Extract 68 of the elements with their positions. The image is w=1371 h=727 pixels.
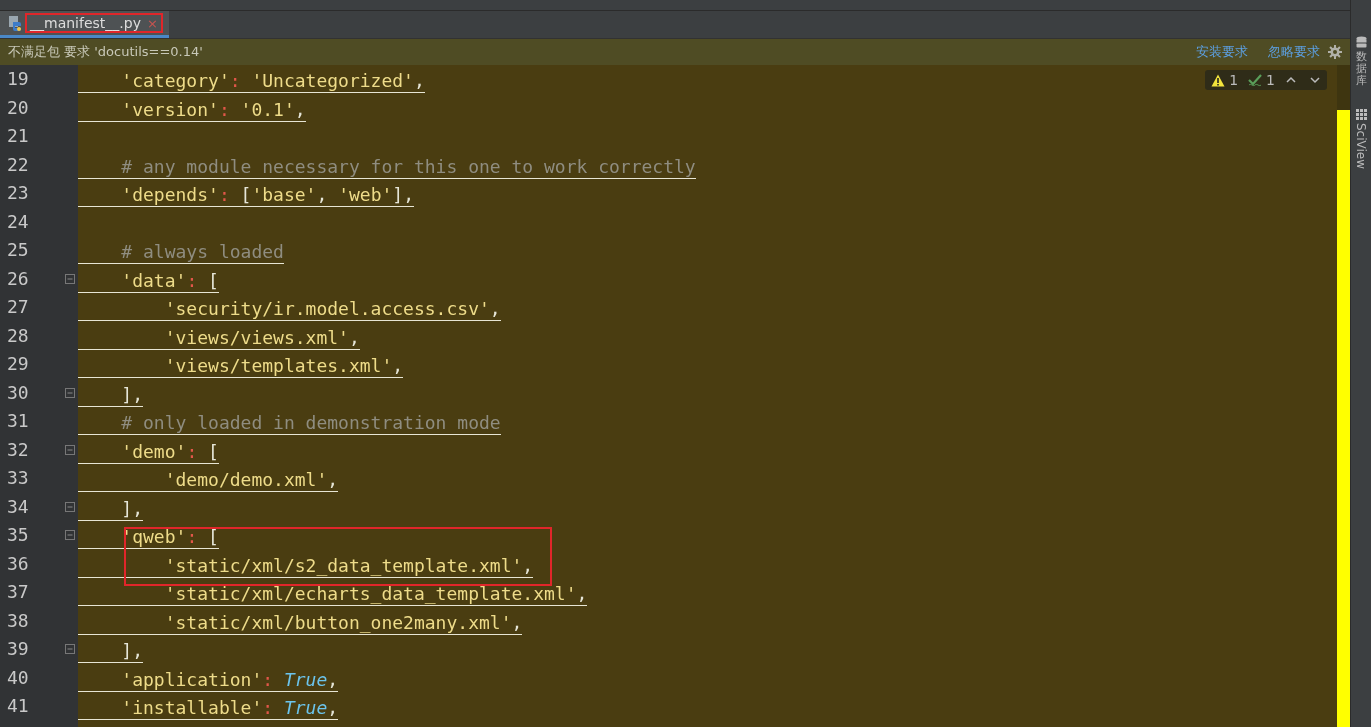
line-number: 24 (6, 209, 30, 234)
code-line: # always loaded (78, 241, 284, 265)
code-line: ], (78, 640, 144, 664)
line-number: 25 (6, 238, 30, 262)
code-line: ], (78, 383, 144, 407)
code-line: # any module necessary for this one to work correctly (78, 155, 696, 179)
code-line: 'views/views.xml', (78, 326, 360, 350)
line-number: 34 (6, 494, 30, 519)
warning-icon (1211, 73, 1226, 87)
line-number: 35 (6, 523, 30, 547)
notice-link[interactable]: 安装要求 (1196, 43, 1248, 61)
grid-icon (1355, 109, 1367, 121)
line-number: 23 (6, 181, 30, 205)
weak-warning-icon (1248, 73, 1263, 87)
line-number: 20 (6, 95, 30, 120)
code-line: 'static/xml/s2_data_template.xml', (78, 554, 534, 578)
line-number: 33 (6, 466, 30, 490)
code-line: 'security/ir.model.access.csv', (78, 298, 501, 322)
line-number: 32 (6, 437, 30, 462)
line-number: 40 (6, 665, 30, 690)
weak-warning-count: 1 (1266, 72, 1275, 88)
line-number: 28 (6, 323, 30, 348)
code-line: 'demo': [ (78, 440, 219, 464)
previous-icon[interactable] (1285, 75, 1297, 85)
code-line: 'application': True, (78, 668, 339, 692)
tab-label: __manifest__.py (30, 15, 141, 31)
fold-icon[interactable] (65, 273, 75, 284)
notice-link[interactable]: 忽略要求 (1268, 43, 1320, 61)
line-number: 37 (6, 580, 30, 604)
fold-icon[interactable] (65, 530, 75, 541)
inspection-widget[interactable]: 1 1 (1205, 70, 1327, 90)
code-line: 'depends': ['base', 'web'], (78, 184, 414, 208)
code-line: 'installable': True, (78, 697, 339, 721)
fold-icon[interactable] (65, 444, 75, 455)
line-number: 19 (6, 67, 30, 91)
code-line: # only loaded in demonstration mode (78, 412, 501, 436)
line-number: 30 (6, 380, 30, 405)
next-icon[interactable] (1309, 75, 1321, 85)
code-line: 'static/xml/button_one2many.xml', (78, 611, 523, 635)
fold-icon[interactable] (65, 387, 75, 398)
code-line: 'version': '0.1', (78, 98, 306, 122)
warning-count: 1 (1229, 72, 1239, 88)
line-number: 41 (6, 694, 30, 718)
line-number: 31 (6, 409, 30, 433)
line-number: 38 (6, 608, 30, 633)
code-line: 'data': [ (78, 269, 219, 293)
code-line: ], (78, 497, 144, 521)
code-line: 'views/templates.xml', (78, 355, 404, 379)
code-line: 'demo/demo.xml', (78, 469, 339, 493)
python-file-icon (8, 15, 22, 31)
code-line: 'static/xml/echarts_data_template.xml', (78, 583, 588, 607)
line-number: 27 (6, 295, 30, 319)
line-number: 36 (6, 551, 30, 576)
tool-window-tab[interactable]: 数据库 (1355, 36, 1367, 88)
database-icon (1355, 36, 1367, 48)
line-number: 21 (6, 124, 30, 148)
tool-window-tab[interactable]: SciView (1354, 109, 1368, 170)
line-number: 29 (6, 352, 30, 376)
code-line: 'category': 'Uncategorized', (78, 70, 425, 94)
line-number: 26 (6, 266, 30, 291)
notice-message: 不满足包 要求 'docutils==0.14' (8, 43, 204, 61)
line-number: 39 (6, 637, 30, 661)
code-line: 'qweb': [ (78, 526, 219, 550)
settings-icon[interactable] (1328, 45, 1342, 59)
file-tab[interactable]: __manifest__.py × (0, 11, 169, 38)
fold-icon[interactable] (65, 501, 75, 512)
fold-icon[interactable] (65, 644, 75, 655)
line-number: 22 (6, 152, 30, 177)
